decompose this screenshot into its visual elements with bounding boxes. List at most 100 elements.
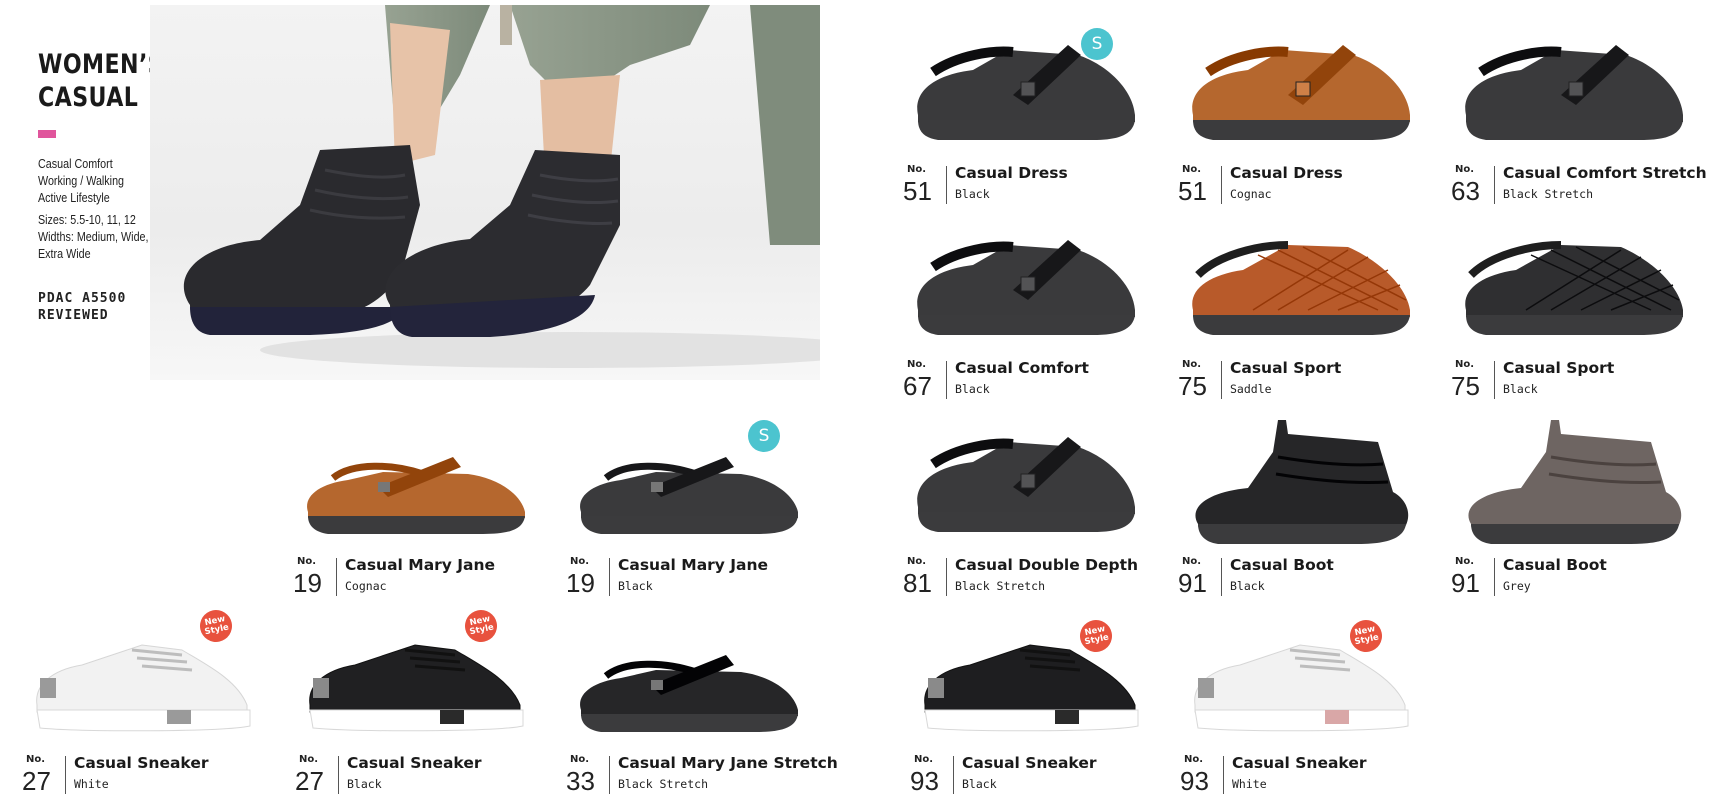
product-color: Black [955, 382, 990, 396]
number-label: No. [1455, 359, 1475, 370]
number-label: No. [1455, 164, 1475, 175]
caption-divider [65, 756, 66, 794]
number-label: No. [1455, 556, 1475, 567]
number-label: No. [907, 556, 927, 567]
shoe-image [1195, 420, 1409, 544]
product-caption: No. 27 Casual Sneaker Black [295, 752, 545, 800]
number-label: No. [1184, 754, 1204, 765]
feature-3: Active Lifestyle [38, 191, 110, 205]
product-color: Black Stretch [955, 579, 1046, 593]
product-card-p27-black[interactable]: New Style No. 27 Casual Sneaker Black [295, 607, 545, 800]
product-card-p19-cognac[interactable]: No. 19 Casual Mary Jane Cognac [293, 412, 543, 602]
category-title-line2: CASUAL [38, 82, 139, 113]
shoe-image [1468, 420, 1682, 544]
product-name: Casual Sneaker [962, 754, 1097, 772]
style-number: 81 [903, 568, 932, 598]
product-card-p75-saddle[interactable]: No. 75 Casual Sport Saddle [1178, 215, 1428, 405]
category-title: WOMEN’S CASUAL [38, 48, 164, 114]
product-name: Casual Mary Jane Stretch [618, 754, 838, 772]
number-label: No. [914, 754, 934, 765]
product-name: Casual Sneaker [347, 754, 482, 772]
caption-divider [609, 756, 610, 794]
product-caption: No. 19 Casual Mary Jane Cognac [293, 554, 543, 602]
style-number: 27 [22, 766, 51, 796]
widths-text-2: Extra Wide [38, 247, 91, 261]
product-card-p27-white[interactable]: New Style No. 27 Casual Sneaker White [22, 607, 272, 800]
product-name: Casual Sneaker [1232, 754, 1367, 772]
product-card-p75-black[interactable]: No. 75 Casual Sport Black [1451, 215, 1701, 405]
product-color: Saddle [1230, 382, 1272, 396]
product-card-p81-black[interactable]: No. 81 Casual Double Depth Black Stretch [903, 412, 1153, 602]
number-label: No. [297, 556, 317, 567]
product-name: Casual Sneaker [74, 754, 209, 772]
style-number: 51 [903, 176, 932, 206]
product-caption: No. 93 Casual Sneaker White [1180, 752, 1430, 800]
product-card-p51-black[interactable]: S No. 51 Casual Dress Black [903, 20, 1153, 210]
style-number: 91 [1178, 568, 1207, 598]
badge-s-icon: S [1081, 28, 1113, 60]
shoe-image [1465, 241, 1683, 335]
style-number: 93 [910, 766, 939, 796]
pdac-certification: PDAC A5500 REVIEWED [38, 290, 126, 324]
shoe-image [917, 240, 1135, 335]
product-card-p19-black[interactable]: S No. 19 Casual Mary Jane Black [566, 412, 816, 602]
product-color: Cognac [1230, 187, 1272, 201]
number-label: No. [570, 754, 590, 765]
product-name: Casual Mary Jane [618, 556, 769, 574]
caption-divider [946, 166, 947, 204]
accent-bar [38, 130, 56, 138]
product-caption: No. 91 Casual Boot Grey [1451, 554, 1701, 602]
product-caption: No. 63 Casual Comfort Stretch Black Stre… [1451, 162, 1707, 210]
shoe-image [924, 644, 1139, 732]
caption-divider [1221, 166, 1222, 204]
product-caption: No. 51 Casual Dress Cognac [1178, 162, 1428, 210]
product-color: Black [347, 777, 382, 791]
hero-image [150, 5, 820, 380]
product-name: Casual Boot [1503, 556, 1607, 574]
product-card-p93-white[interactable]: New Style No. 93 Casual Sneaker White [1180, 610, 1430, 800]
product-caption: No. 33 Casual Mary Jane Stretch Black St… [566, 752, 838, 800]
style-number: 63 [1451, 176, 1480, 206]
caption-divider [1221, 558, 1222, 596]
number-label: No. [26, 754, 46, 765]
product-caption: No. 75 Casual Sport Saddle [1178, 357, 1428, 405]
style-number: 19 [293, 568, 322, 598]
shoe-image [307, 457, 525, 534]
product-card-p33-black[interactable]: No. 33 Casual Mary Jane Stretch Black St… [566, 610, 838, 800]
product-color: White [74, 777, 109, 791]
product-card-p91-grey[interactable]: No. 91 Casual Boot Grey [1451, 412, 1701, 602]
product-caption: No. 51 Casual Dress Black [903, 162, 1153, 210]
product-caption: No. 93 Casual Sneaker Black [910, 752, 1160, 800]
product-card-p67-black[interactable]: No. 67 Casual Comfort Black [903, 215, 1153, 405]
product-name: Casual Double Depth [955, 556, 1139, 574]
product-color: Black [955, 187, 990, 201]
pdac-line2: REVIEWED [38, 308, 109, 323]
product-color: Black [618, 579, 653, 593]
product-card-p91-black[interactable]: No. 91 Casual Boot Black [1178, 412, 1428, 602]
product-name: Casual Dress [1230, 164, 1343, 182]
hero-boots-illustration [183, 5, 820, 368]
category-title-line1: WOMEN’S [38, 49, 165, 80]
product-color: White [1232, 777, 1267, 791]
style-number: 75 [1451, 371, 1480, 401]
number-label: No. [907, 359, 927, 370]
shoe-image [917, 45, 1135, 140]
shoe-image [1194, 644, 1409, 732]
product-name: Casual Boot [1230, 556, 1334, 574]
product-name: Casual Comfort Stretch [1503, 164, 1707, 182]
style-number: 93 [1180, 766, 1209, 796]
product-card-p93-black[interactable]: New Style No. 93 Casual Sneaker Black [910, 610, 1160, 800]
caption-divider [338, 756, 339, 794]
product-card-p51-cognac[interactable]: No. 51 Casual Dress Cognac [1178, 20, 1428, 210]
product-color: Cognac [345, 579, 387, 593]
style-number: 75 [1178, 371, 1207, 401]
widths-text: Widths: Medium, Wide, [38, 230, 149, 244]
product-caption: No. 27 Casual Sneaker White [22, 752, 272, 800]
sizes-text: Sizes: 5.5-10, 11, 12 [38, 213, 136, 227]
product-color: Black [1503, 382, 1538, 396]
product-card-p63-black[interactable]: No. 63 Casual Comfort Stretch Black Stre… [1451, 20, 1707, 210]
product-color: Black [962, 777, 997, 791]
caption-divider [1494, 558, 1495, 596]
caption-divider [1223, 756, 1224, 794]
category-intro: Casual Comfort Working / Walking Active … [38, 156, 167, 263]
